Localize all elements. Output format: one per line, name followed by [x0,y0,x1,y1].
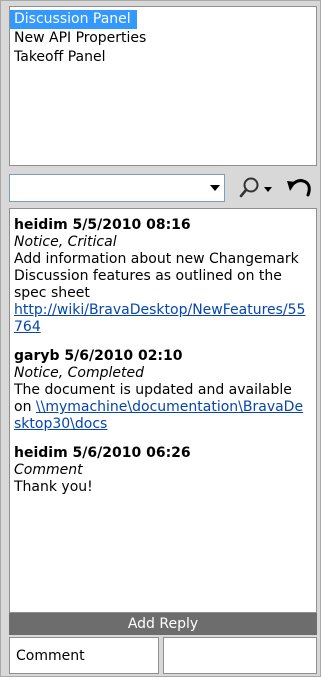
comment-author: heidim [14,445,68,461]
comment-item: heidim 5/5/2010 08:16 Notice, Critical A… [14,217,310,336]
comment-status: Notice, Completed [14,365,144,381]
comment-header: garyb 5/6/2010 02:10 [14,348,310,365]
comment-status: Notice, Critical [14,234,117,250]
search-dropdown-arrow-icon [264,187,272,192]
comment-item: garyb 5/6/2010 02:10 Notice, Completed T… [14,348,310,433]
comment-datetime: 5/6/2010 06:26 [72,445,191,461]
comment-body: Thank you! [14,479,93,495]
comment-header: heidim 5/6/2010 06:26 [14,445,310,462]
comment-link[interactable]: \\mymachine\documentation\BravaDesktop30… [14,399,303,432]
filter-dropdown[interactable] [9,174,225,202]
panel-item-takeoff[interactable]: Takeoff Panel [10,48,111,67]
comment-status: Comment [14,462,83,478]
comment-body: Add information about new Changemark Dis… [14,251,299,301]
comment-item: heidim 5/6/2010 06:26 Comment Thank you! [14,445,310,496]
dropdown-arrow-icon[interactable] [210,185,220,191]
comment-header: heidim 5/5/2010 08:16 [14,217,310,234]
undo-button[interactable] [283,171,315,205]
comment-datetime: 5/6/2010 02:10 [64,348,183,364]
add-reply-button[interactable]: Add Reply [9,613,317,635]
panel-item-discussion[interactable]: Discussion Panel [10,10,137,29]
comments-list[interactable]: heidim 5/5/2010 08:16 Notice, Critical A… [9,208,317,613]
reply-secondary-field[interactable] [163,637,317,674]
reply-type-label: Comment [16,648,85,664]
undo-icon [287,179,311,197]
reply-type-field[interactable]: Comment [9,637,159,674]
comment-datetime: 5/5/2010 08:16 [72,217,191,233]
comment-link[interactable]: http://wiki/BravaDesktop/NewFeatures/557… [14,302,310,336]
comment-author: garyb [14,348,60,364]
comment-body: The document is updated and available on… [14,382,310,433]
comments-toolbar [9,171,317,205]
discussion-window: Discussion Panel New API Properties Take… [0,0,321,677]
panel-item-new-api-properties[interactable]: New API Properties [10,29,152,48]
comment-author: heidim [14,217,68,233]
panel-list[interactable]: Discussion Panel New API Properties Take… [9,6,317,166]
search-icon [239,177,272,198]
search-button[interactable] [231,171,277,205]
